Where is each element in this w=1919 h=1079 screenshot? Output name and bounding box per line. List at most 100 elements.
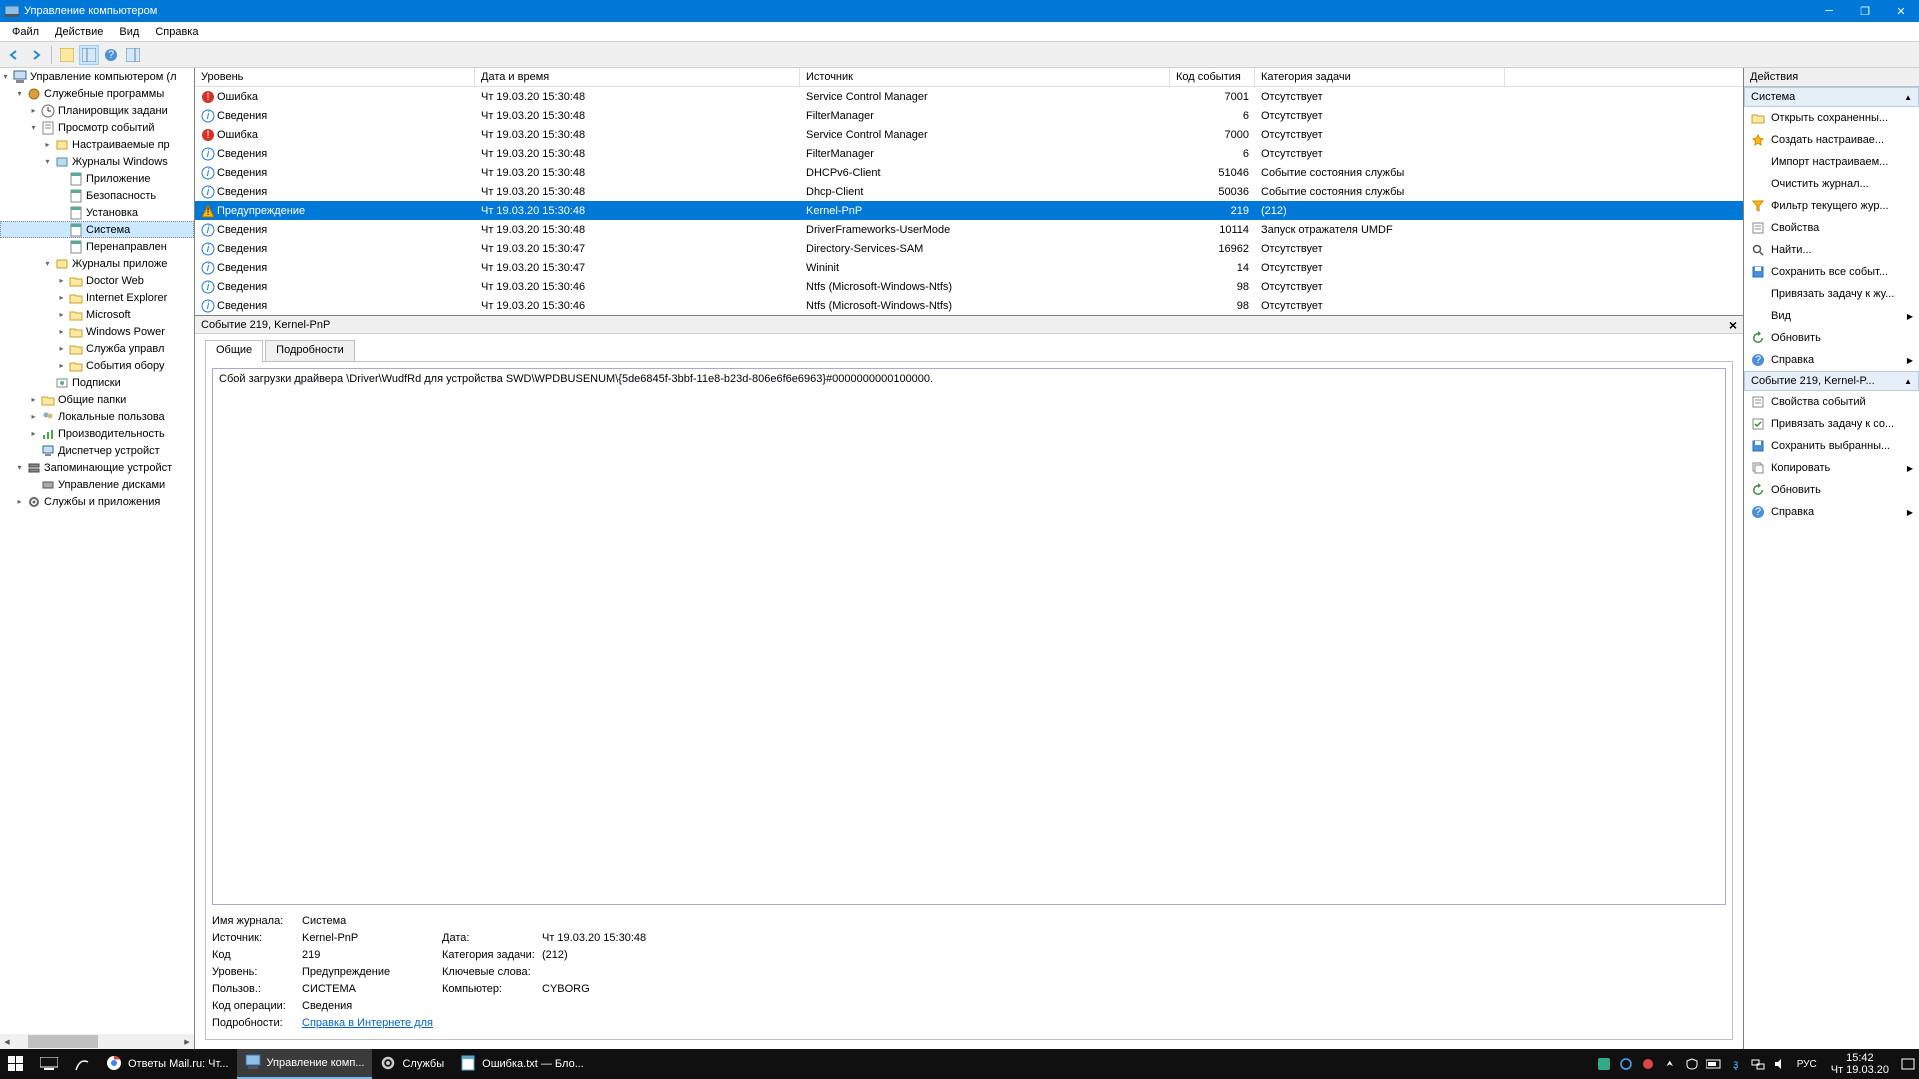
menu-view[interactable]: Вид bbox=[111, 24, 147, 40]
close-button[interactable]: ✕ bbox=[1883, 0, 1919, 22]
tree-node[interactable]: Перенаправлен bbox=[0, 238, 194, 255]
action-item[interactable]: Свойства событий bbox=[1744, 391, 1919, 413]
tree-node[interactable]: ▸Планировщик задани bbox=[0, 102, 194, 119]
col-level[interactable]: Уровень bbox=[195, 68, 475, 86]
tree-node[interactable]: ▸Локальные пользова bbox=[0, 408, 194, 425]
action-item[interactable]: Копировать▶ bbox=[1744, 457, 1919, 479]
event-row[interactable]: iСведенияЧт 19.03.20 15:30:47Directory-S… bbox=[195, 239, 1743, 258]
event-row[interactable]: iСведенияЧт 19.03.20 15:30:48DHCPv6-Clie… bbox=[195, 163, 1743, 182]
tree-node[interactable]: ▸Настраиваемые пр bbox=[0, 136, 194, 153]
expander-icon[interactable] bbox=[56, 224, 67, 235]
event-row[interactable]: iСведенияЧт 19.03.20 15:30:48FilterManag… bbox=[195, 144, 1743, 163]
expander-icon[interactable]: ▸ bbox=[28, 105, 39, 116]
tree-node[interactable]: ▾Служебные программы bbox=[0, 85, 194, 102]
expander-icon[interactable]: ▾ bbox=[14, 462, 25, 473]
taskbar-item[interactable]: Ответы Mail.ru: Чт... bbox=[98, 1049, 237, 1079]
tree-node[interactable]: ▸Windows Power bbox=[0, 323, 194, 340]
taskview-button[interactable] bbox=[32, 1049, 66, 1079]
expander-icon[interactable]: ▸ bbox=[56, 309, 67, 320]
event-list[interactable]: Уровень Дата и время Источник Код событи… bbox=[195, 68, 1743, 316]
menu-file[interactable]: Файл bbox=[4, 24, 47, 40]
expander-icon[interactable]: ▸ bbox=[56, 343, 67, 354]
expander-icon[interactable] bbox=[56, 190, 67, 201]
actions-group-event[interactable]: Событие 219, Kernel-P... ▲ bbox=[1744, 371, 1919, 391]
tree-content[interactable]: ▾Управление компьютером (л▾Служебные про… bbox=[0, 68, 194, 1034]
event-row[interactable]: iСведенияЧт 19.03.20 15:30:47Wininit14От… bbox=[195, 258, 1743, 277]
action-item[interactable]: Фильтр текущего жур... bbox=[1744, 195, 1919, 217]
tree-node[interactable]: ▾Просмотр событий bbox=[0, 119, 194, 136]
tray-network-icon[interactable] bbox=[1747, 1049, 1769, 1079]
action-item[interactable]: Импорт настраиваем... bbox=[1744, 151, 1919, 173]
expander-icon[interactable]: ▸ bbox=[56, 326, 67, 337]
expander-icon[interactable]: ▸ bbox=[56, 275, 67, 286]
tray-volume-icon[interactable] bbox=[1769, 1049, 1791, 1079]
tray-clock[interactable]: 15:42 Чт 19.03.20 bbox=[1823, 1052, 1897, 1076]
action-item[interactable]: Открыть сохраненны... bbox=[1744, 107, 1919, 129]
action-item[interactable]: Свойства bbox=[1744, 217, 1919, 239]
tree-horizontal-scrollbar[interactable]: ◀▶ bbox=[0, 1034, 194, 1049]
tray-icon[interactable] bbox=[1593, 1049, 1615, 1079]
back-button[interactable] bbox=[4, 45, 24, 65]
event-row[interactable]: iСведенияЧт 19.03.20 15:30:46Ntfs (Micro… bbox=[195, 277, 1743, 296]
help-button[interactable]: ? bbox=[101, 45, 121, 65]
menu-action[interactable]: Действие bbox=[47, 24, 111, 40]
expander-icon[interactable] bbox=[42, 377, 53, 388]
tree-node[interactable]: ▾Запоминающие устройст bbox=[0, 459, 194, 476]
tree-node[interactable]: Диспетчер устройст bbox=[0, 442, 194, 459]
expander-icon[interactable] bbox=[56, 241, 67, 252]
tree-node[interactable]: ▸Общие папки bbox=[0, 391, 194, 408]
expander-icon[interactable] bbox=[56, 207, 67, 218]
expander-icon[interactable] bbox=[56, 173, 67, 184]
expander-icon[interactable]: ▸ bbox=[42, 139, 53, 150]
col-date[interactable]: Дата и время bbox=[475, 68, 800, 86]
tab-details[interactable]: Подробности bbox=[265, 340, 355, 362]
tree-node[interactable]: Система bbox=[0, 221, 194, 238]
action-item[interactable]: Привязать задачу к жу... bbox=[1744, 283, 1919, 305]
tree-node[interactable]: ▾Управление компьютером (л bbox=[0, 68, 194, 85]
expander-icon[interactable]: ▸ bbox=[28, 411, 39, 422]
action-item[interactable]: Обновить bbox=[1744, 479, 1919, 501]
action-item[interactable]: Найти... bbox=[1744, 239, 1919, 261]
tree-node[interactable]: Безопасность bbox=[0, 187, 194, 204]
event-row[interactable]: iСведенияЧт 19.03.20 15:30:48FilterManag… bbox=[195, 106, 1743, 125]
event-row[interactable]: !ОшибкаЧт 19.03.20 15:30:48Service Contr… bbox=[195, 125, 1743, 144]
expander-icon[interactable]: ▸ bbox=[28, 394, 39, 405]
preview-close-button[interactable]: × bbox=[1729, 317, 1737, 333]
action-item[interactable]: ?Справка▶ bbox=[1744, 501, 1919, 523]
tray-chevron-up-icon[interactable]: ⮝ bbox=[1659, 1049, 1681, 1079]
expander-icon[interactable]: ▸ bbox=[56, 360, 67, 371]
event-row[interactable]: !ОшибкаЧт 19.03.20 15:30:48Service Contr… bbox=[195, 87, 1743, 106]
tree-node[interactable]: ▾Журналы приложе bbox=[0, 255, 194, 272]
action-item[interactable]: Очистить журнал... bbox=[1744, 173, 1919, 195]
event-row[interactable]: iСведенияЧт 19.03.20 15:30:48Dhcp-Client… bbox=[195, 182, 1743, 201]
tray-notifications-icon[interactable] bbox=[1897, 1049, 1919, 1079]
tree-node[interactable]: ▸Производительность bbox=[0, 425, 194, 442]
taskbar-item-pinned[interactable] bbox=[66, 1049, 98, 1079]
taskbar-item[interactable]: Службы bbox=[372, 1049, 452, 1079]
event-row[interactable]: !ПредупреждениеЧт 19.03.20 15:30:48Kerne… bbox=[195, 201, 1743, 220]
taskbar-item[interactable]: Ошибка.txt — Бло... bbox=[452, 1049, 592, 1079]
link-online-help[interactable]: Справка в Интернете для bbox=[302, 1017, 433, 1029]
tree-node[interactable]: Установка bbox=[0, 204, 194, 221]
action-item[interactable]: Вид▶ bbox=[1744, 305, 1919, 327]
expander-icon[interactable]: ▾ bbox=[0, 71, 11, 82]
actions-group-system[interactable]: Система ▲ bbox=[1744, 87, 1919, 107]
tab-general[interactable]: Общие bbox=[205, 340, 263, 362]
action-item[interactable]: Сохранить выбранны... bbox=[1744, 435, 1919, 457]
expander-icon[interactable]: ▸ bbox=[56, 292, 67, 303]
panel-button-1[interactable] bbox=[79, 45, 99, 65]
col-source[interactable]: Источник bbox=[800, 68, 1170, 86]
tree-node[interactable]: ▸Doctor Web bbox=[0, 272, 194, 289]
forward-button[interactable] bbox=[26, 45, 46, 65]
tree-node[interactable]: ▸Microsoft bbox=[0, 306, 194, 323]
expander-icon[interactable] bbox=[28, 479, 39, 490]
tray-icon[interactable] bbox=[1681, 1049, 1703, 1079]
event-row[interactable]: iСведенияЧт 19.03.20 15:30:48DriverFrame… bbox=[195, 220, 1743, 239]
tray-power-icon[interactable] bbox=[1703, 1049, 1725, 1079]
action-item[interactable]: Создать настраивае... bbox=[1744, 129, 1919, 151]
tree-node[interactable]: ▸Служба управл bbox=[0, 340, 194, 357]
expander-icon[interactable]: ▸ bbox=[28, 428, 39, 439]
tray-icon[interactable] bbox=[1615, 1049, 1637, 1079]
action-item[interactable]: Сохранить все событ... bbox=[1744, 261, 1919, 283]
event-row[interactable]: iСведенияЧт 19.03.20 15:30:46Ntfs (Micro… bbox=[195, 296, 1743, 315]
